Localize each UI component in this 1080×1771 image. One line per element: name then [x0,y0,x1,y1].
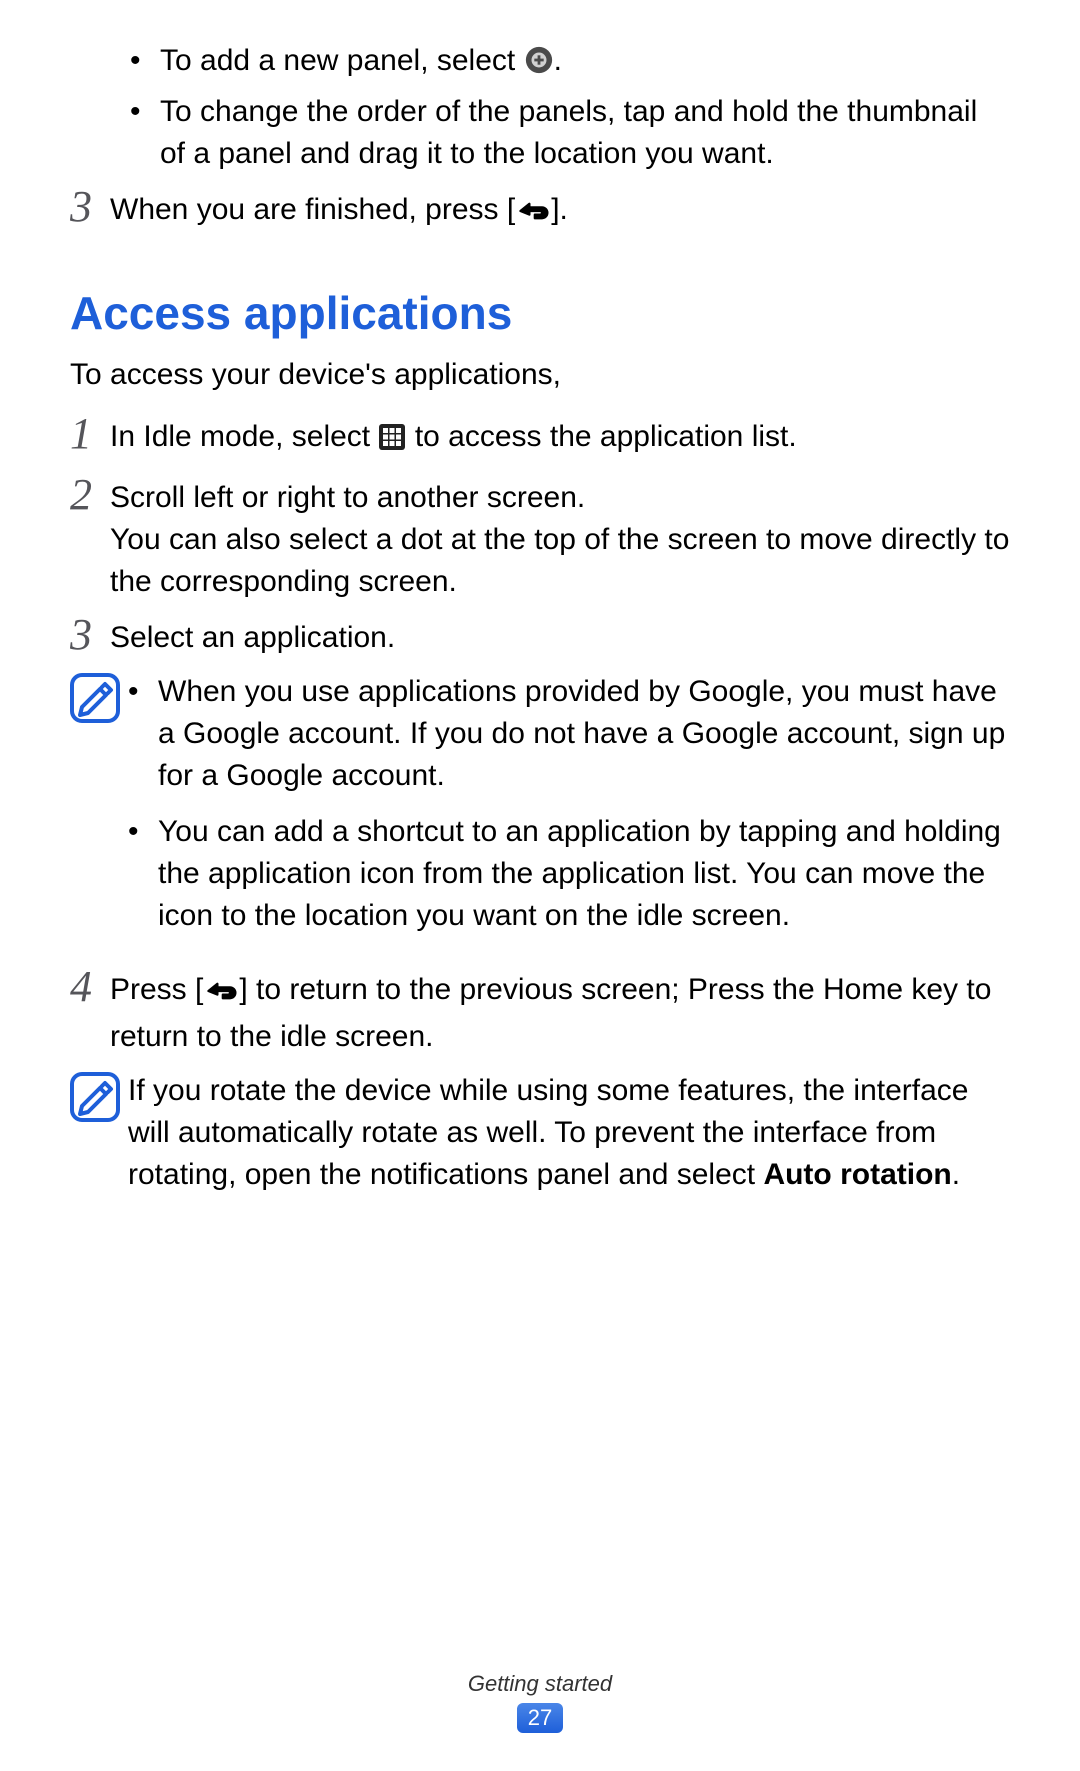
step-text-after: ] to return to the previous screen; Pres… [110,973,991,1053]
step-4: 4 Press [] to return to the previous scr… [70,967,1010,1058]
section-intro: To access your device's applications, [70,354,1010,396]
step-3-finish: 3 When you are finished, press []. [70,187,1010,236]
step-text-after: to access the application list. [406,420,796,453]
note-block-1: When you use applications provided by Go… [70,671,1010,951]
note-bullet-text: You can add a shortcut to an application… [158,815,1001,932]
step-line2: You can also select a dot at the top of … [110,519,1010,603]
step-3: 3 Select an application. [70,615,1010,659]
note-body: When you use applications provided by Go… [120,671,1010,951]
bullet-text-pre: To add a new panel, select [160,44,524,77]
bullet-reorder-panels: To change the order of the panels, tap a… [130,91,1010,175]
step-body: Press [] to return to the previous scree… [110,967,1010,1058]
note-text-after: . [952,1158,960,1191]
step-text-pre: When you are finished, press [ [110,193,515,226]
step-text-pre: In Idle mode, select [110,420,378,453]
footer-section-title: Getting started [0,1671,1080,1697]
step-2: 2 Scroll left or right to another screen… [70,475,1010,603]
step-line1: Scroll left or right to another screen. [110,477,1010,519]
step-number: 3 [70,187,110,227]
step-1: 1 In Idle mode, select to access the app… [70,414,1010,463]
step-number: 2 [70,475,110,515]
step-body: When you are finished, press []. [110,187,1010,236]
back-icon [515,194,551,236]
step-body: Select an application. [110,615,1010,659]
top-bullet-list: To add a new panel, select . To change t… [130,40,1010,175]
add-circle-icon [524,45,554,87]
app-grid-icon [378,421,406,463]
page-number-badge: 27 [517,1703,563,1733]
step-number: 1 [70,414,110,454]
note-bullet: When you use applications provided by Go… [128,671,1010,797]
note-bullet: You can add a shortcut to an application… [128,811,1010,937]
page-footer: Getting started 27 [0,1671,1080,1733]
step-text-after: ]. [551,193,568,226]
note-icon [70,673,120,728]
note-block-2: If you rotate the device while using som… [70,1070,1010,1196]
note-body: If you rotate the device while using som… [120,1070,1010,1196]
note-bullet-text: When you use applications provided by Go… [158,675,1005,792]
bullet-text: To change the order of the panels, tap a… [160,95,977,170]
step-number: 3 [70,615,110,655]
note-icon [70,1072,120,1127]
manual-page: To add a new panel, select . To change t… [0,0,1080,1771]
step-text-pre: Press [ [110,973,203,1006]
step-body: In Idle mode, select to access the appli… [110,414,1010,463]
note-text-bold: Auto rotation [763,1158,951,1191]
bullet-text-after: . [554,44,562,77]
step-body: Scroll left or right to another screen. … [110,475,1010,603]
section-heading: Access applications [70,286,1010,340]
bullet-add-panel: To add a new panel, select . [130,40,1010,87]
step-number: 4 [70,967,110,1007]
back-icon [203,974,239,1016]
